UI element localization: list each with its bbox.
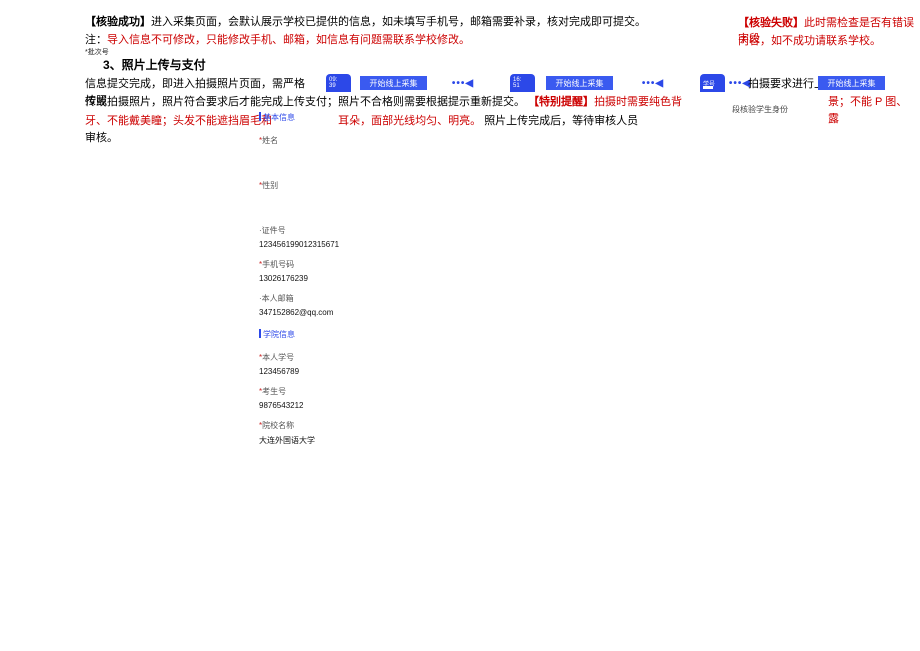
label-school: 院校名称 [259, 420, 409, 431]
flow-l3a: 牙、不能戴美瞳；头发不能遮挡眉毛和 [85, 115, 272, 127]
note-prefix: 注： [85, 34, 107, 46]
note-line: 注：导入信息不可修改，只能修改手机、邮箱，如信息有问题需联系学校修改。 [85, 32, 725, 49]
label-phone: 手机号码 [259, 259, 409, 270]
phone-mock-a: 09: 39 [326, 74, 351, 92]
start-collect-button-c[interactable]: 开始线上采集 [818, 76, 885, 90]
start-collect-button-a[interactable]: 开始线上采集 [360, 76, 427, 90]
phone-mock-c: 学号 [700, 74, 725, 92]
section-college: 学院信息 [259, 329, 295, 340]
label-id: 证件号 [259, 225, 409, 236]
verify-success-text: 进入采集页面，会默认展示学校已提供的信息，如未填写手机号，邮箱需要补录，核对完成… [151, 16, 646, 28]
arrow-dots-b: •••◀ [638, 76, 668, 90]
note-text: 导入信息不可修改，只能修改手机、邮箱，如信息有问题需联系学校修改。 [107, 34, 470, 46]
phone-label-c: 学号 [703, 79, 715, 88]
value-exam-no: 9876543212 [259, 401, 409, 410]
value-school: 大连外国语大学 [259, 435, 409, 446]
flow-l2a: 传或拍摄照片，照片符合要求后才能完成上传支付；照片不合格则需要根据提示重新提交。 [85, 96, 525, 108]
special-reminder-tag: 【特别提醒】 [528, 96, 594, 108]
verify-fail-line2: 内容，如不成功请联系学校。 [738, 32, 918, 48]
info-form: 基本信息 姓名 性别 证件号 123456199012315671 手机号码 1… [259, 110, 409, 450]
verify-success-line: 【核验成功】进入采集页面，会默认展示学校已提供的信息，如未填写手机号，邮箱需要补… [85, 14, 725, 31]
flow-line2-right: 景；不能 P 图、露 [828, 94, 918, 127]
arrow-dots-a: •••◀ [448, 76, 478, 90]
verify-success-tag: 【核验成功】 [85, 16, 151, 28]
label-student-no: 本人学号 [259, 352, 409, 363]
phone-time-b: 16: 51 [513, 77, 521, 89]
section-basic: 基本信息 [259, 112, 295, 123]
label-name: 姓名 [259, 135, 409, 146]
flow-line2: 传或拍摄照片，照片符合要求后才能完成上传支付；照片不合格则需要根据提示重新提交。… [85, 94, 720, 111]
value-student-no: 123456789 [259, 367, 409, 376]
start-collect-button-b[interactable]: 开始线上采集 [546, 76, 613, 90]
verify-student-box: 段核验学生身份 [732, 104, 800, 115]
section-heading: 3、照片上传与支付 [103, 56, 206, 73]
phone-mock-b: 16: 51 [510, 74, 535, 92]
arrow-dots-c: •••◀ [735, 76, 745, 90]
verify-fail-tag: 【核验失败】 [738, 17, 804, 29]
label-mail: 本人邮箱 [259, 293, 409, 304]
value-id: 123456199012315671 [259, 240, 409, 249]
phone-time-a: 09: 39 [329, 77, 337, 89]
special-reminder-text: 拍摄时需要纯色背 [594, 96, 682, 108]
value-phone: 13026176239 [259, 274, 409, 283]
label-gender: 性别 [259, 180, 409, 191]
label-exam-no: 考生号 [259, 386, 409, 397]
value-mail: 347152862@qq.com [259, 308, 409, 317]
